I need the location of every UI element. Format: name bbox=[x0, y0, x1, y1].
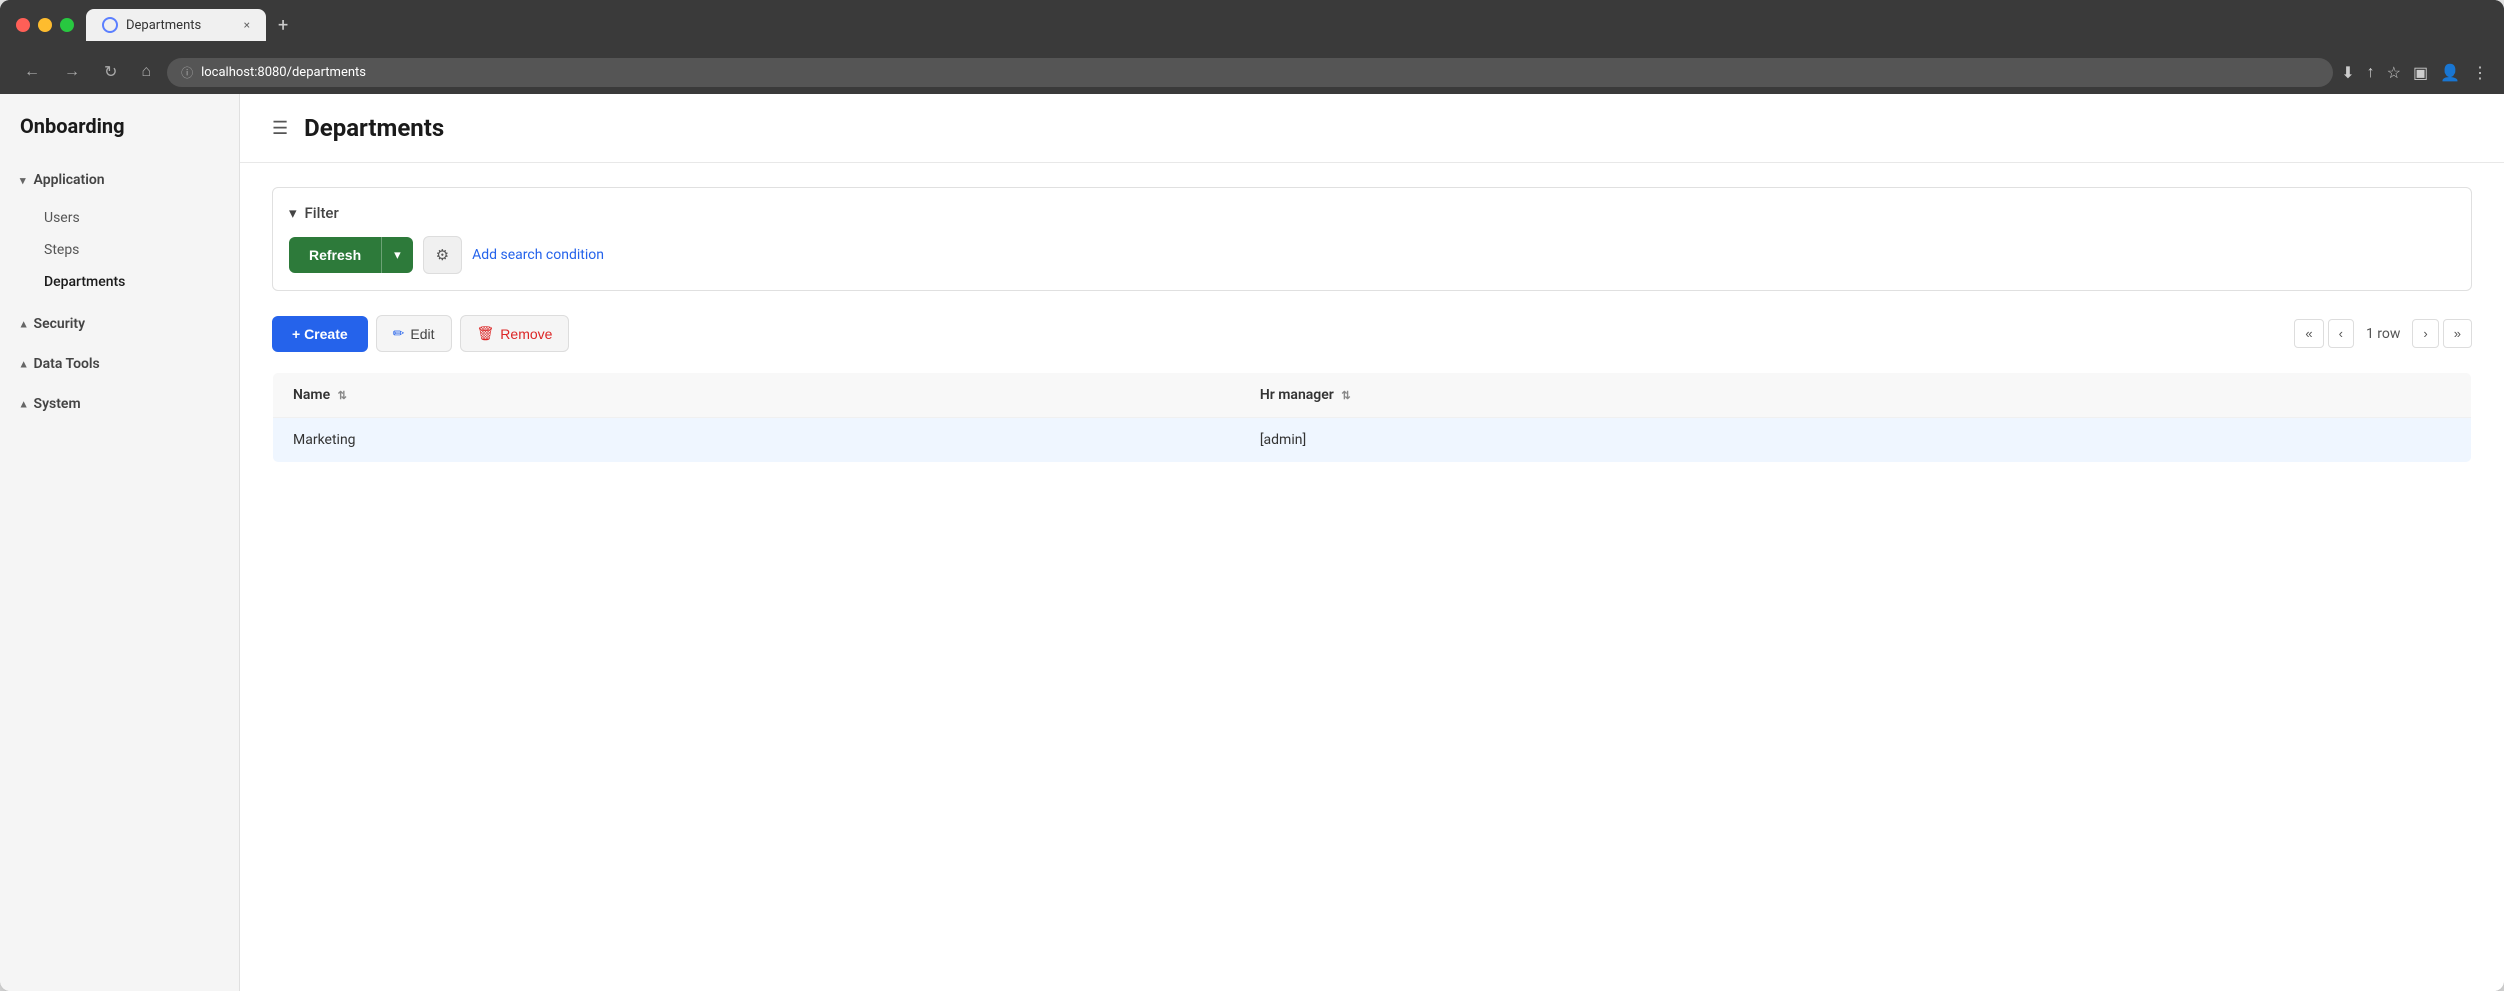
forward-button[interactable]: → bbox=[56, 59, 88, 85]
page-title: Departments bbox=[304, 114, 444, 142]
first-page-button[interactable]: « bbox=[2294, 319, 2323, 348]
sidebar-section-application: ▾ Application Users Steps Departments bbox=[0, 162, 239, 302]
column-name[interactable]: Name ⇅ bbox=[273, 373, 1240, 418]
departments-table: Name ⇅ Hr manager ⇅ Marketing [ bbox=[272, 372, 2472, 463]
download-icon[interactable]: ⬇ bbox=[2341, 63, 2354, 82]
maximize-button[interactable] bbox=[60, 18, 74, 32]
main-content: ☰ Departments ▾ Filter Refresh ▾ bbox=[240, 94, 2504, 991]
table-row[interactable]: Marketing [admin] bbox=[273, 418, 2472, 463]
minimize-button[interactable] bbox=[38, 18, 52, 32]
sidebar-item-steps[interactable]: Steps bbox=[0, 234, 239, 266]
tab-close-icon[interactable]: × bbox=[244, 18, 250, 32]
hamburger-icon[interactable]: ☰ bbox=[272, 118, 288, 139]
gear-icon: ⚙ bbox=[436, 247, 449, 264]
action-bar: + Create ✏ Edit 🗑 Remove « ‹ 1 row › bbox=[272, 315, 2472, 352]
chevron-down-icon: ▾ bbox=[20, 174, 26, 187]
pencil-icon: ✏ bbox=[393, 325, 405, 342]
tab-favicon bbox=[102, 17, 118, 33]
chevron-right-icon: ▸ bbox=[16, 321, 29, 327]
filter-chevron-icon: ▾ bbox=[289, 204, 297, 222]
traffic-lights bbox=[16, 18, 74, 32]
refresh-button[interactable]: Refresh bbox=[289, 237, 381, 273]
refresh-button-group: Refresh ▾ bbox=[289, 237, 413, 273]
filter-header[interactable]: ▾ Filter bbox=[289, 204, 2455, 222]
sidebar-brand: Onboarding bbox=[0, 114, 239, 162]
sidebar-section-security-label: Security bbox=[34, 316, 86, 332]
cell-hr-manager: [admin] bbox=[1240, 418, 2472, 463]
back-button[interactable]: ← bbox=[16, 59, 48, 85]
lock-icon: ⓘ bbox=[181, 64, 193, 81]
edit-label: Edit bbox=[410, 326, 434, 342]
tab-title: Departments bbox=[126, 18, 201, 33]
refresh-button[interactable]: ↻ bbox=[96, 58, 125, 86]
sidebar-section-application-label: Application bbox=[34, 172, 105, 188]
address-text: localhost:8080/departments bbox=[201, 65, 366, 80]
last-page-button[interactable]: » bbox=[2443, 319, 2472, 348]
sidebar-section-application-items: Users Steps Departments bbox=[0, 198, 239, 302]
main-header: ☰ Departments bbox=[240, 94, 2504, 163]
refresh-dropdown-button[interactable]: ▾ bbox=[381, 237, 413, 273]
filter-settings-button[interactable]: ⚙ bbox=[423, 236, 462, 274]
pagination: « ‹ 1 row › » bbox=[2294, 319, 2472, 348]
filter-section: ▾ Filter Refresh ▾ ⚙ Add search conditio… bbox=[272, 187, 2472, 291]
browser-titlebar: Departments × + bbox=[0, 0, 2504, 50]
browser-window: Departments × + ← → ↻ ⌂ ⓘ localhost:8080… bbox=[0, 0, 2504, 991]
main-body: ▾ Filter Refresh ▾ ⚙ Add search conditio… bbox=[240, 163, 2504, 487]
home-button[interactable]: ⌂ bbox=[133, 59, 159, 85]
chevron-right-icon: ▸ bbox=[16, 401, 29, 407]
sidebar: Onboarding ▾ Application Users Steps Dep… bbox=[0, 94, 240, 991]
table-body: Marketing [admin] bbox=[273, 418, 2472, 463]
column-hr-manager[interactable]: Hr manager ⇅ bbox=[1240, 373, 2472, 418]
sidebar-section-data-tools-label: Data Tools bbox=[34, 356, 100, 372]
sort-icon-name: ⇅ bbox=[338, 389, 347, 402]
add-condition-link[interactable]: Add search condition bbox=[472, 247, 604, 263]
edit-button[interactable]: ✏ Edit bbox=[376, 315, 452, 352]
menu-icon[interactable]: ⋮ bbox=[2472, 63, 2488, 82]
cell-name: Marketing bbox=[273, 418, 1240, 463]
sidebar-section-system: ▸ System bbox=[0, 386, 239, 422]
split-view-icon[interactable]: ▣ bbox=[2413, 63, 2428, 82]
browser-actions: ⬇ ↑ ☆ ▣ 👤 ⋮ bbox=[2341, 62, 2488, 82]
active-tab[interactable]: Departments × bbox=[86, 9, 266, 41]
next-page-button[interactable]: › bbox=[2412, 319, 2438, 348]
sidebar-item-users[interactable]: Users bbox=[0, 202, 239, 234]
sidebar-section-security: ▸ Security bbox=[0, 306, 239, 342]
table-header: Name ⇅ Hr manager ⇅ bbox=[273, 373, 2472, 418]
tab-bar: Departments × + bbox=[86, 9, 2488, 41]
address-bar[interactable]: ⓘ localhost:8080/departments bbox=[167, 58, 2333, 87]
remove-label: Remove bbox=[500, 326, 552, 342]
new-tab-button[interactable]: + bbox=[270, 11, 296, 40]
create-button[interactable]: + Create bbox=[272, 316, 368, 352]
remove-button[interactable]: 🗑 Remove bbox=[460, 315, 570, 352]
bookmark-icon[interactable]: ☆ bbox=[2387, 63, 2401, 82]
sidebar-section-application-header[interactable]: ▾ Application bbox=[0, 162, 239, 198]
sidebar-section-data-tools-header[interactable]: ▸ Data Tools bbox=[0, 346, 239, 382]
column-name-label: Name bbox=[293, 387, 330, 403]
sidebar-section-data-tools: ▸ Data Tools bbox=[0, 346, 239, 382]
app-container: Onboarding ▾ Application Users Steps Dep… bbox=[0, 94, 2504, 991]
sidebar-section-system-label: System bbox=[34, 396, 81, 412]
filter-controls: Refresh ▾ ⚙ Add search condition bbox=[289, 236, 2455, 274]
sidebar-item-departments[interactable]: Departments bbox=[0, 266, 239, 298]
table-header-row: Name ⇅ Hr manager ⇅ bbox=[273, 373, 2472, 418]
pagination-info: 1 row bbox=[2358, 326, 2408, 342]
browser-nav: ← → ↻ ⌂ ⓘ localhost:8080/departments ⬇ ↑… bbox=[0, 50, 2504, 94]
profile-icon[interactable]: 👤 bbox=[2440, 63, 2460, 82]
filter-label: Filter bbox=[305, 204, 339, 222]
chevron-right-icon: ▸ bbox=[16, 361, 29, 367]
close-button[interactable] bbox=[16, 18, 30, 32]
column-hr-manager-label: Hr manager bbox=[1260, 387, 1334, 403]
sort-icon-hr-manager: ⇅ bbox=[1341, 389, 1350, 402]
sidebar-section-security-header[interactable]: ▸ Security bbox=[0, 306, 239, 342]
sidebar-section-system-header[interactable]: ▸ System bbox=[0, 386, 239, 422]
prev-page-button[interactable]: ‹ bbox=[2328, 319, 2354, 348]
trash-icon: 🗑 bbox=[477, 325, 495, 342]
share-icon[interactable]: ↑ bbox=[2367, 62, 2375, 82]
